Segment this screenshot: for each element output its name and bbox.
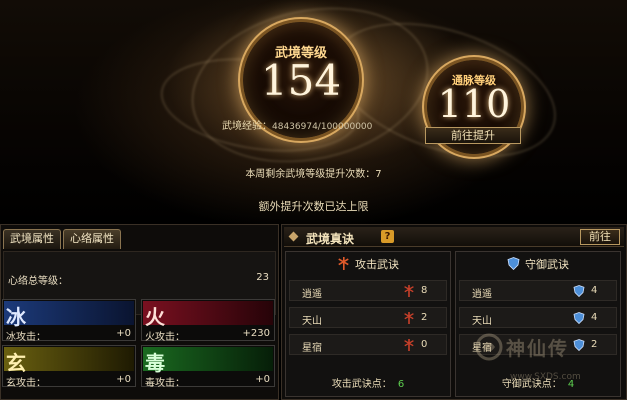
wujue-header: 武境真诀 ? 前往 xyxy=(284,227,624,247)
tab-xinluo-attributes[interactable]: 心络属性 xyxy=(63,229,121,249)
poison-attack-label: 毒攻击： xyxy=(145,378,185,389)
wujing-exp: 武境经验：48436974/100000000 xyxy=(222,117,372,132)
attack-row-name: 天山 xyxy=(302,316,322,327)
attack-row-name: 逍遥 xyxy=(302,289,322,300)
ice-attack-label: 冰攻击： xyxy=(6,332,46,343)
defense-row-name: 逍遥 xyxy=(472,289,492,300)
xuan-glyph: 玄 xyxy=(6,351,26,375)
xuan-attack-value: +0 xyxy=(116,374,131,385)
attack-row-name: 星宿 xyxy=(302,343,322,354)
poison-attack-card: 毒 毒攻击： +0 xyxy=(141,345,275,389)
wujing-exp-value: 48436974/100000000 xyxy=(272,122,373,132)
watermark-text: 神仙传 xyxy=(506,338,570,360)
attack-points-label: 攻击武诀点： xyxy=(331,379,392,390)
wujing-scene: 武境等级 154 通脉等级 110 武境经验：48436974/10000000… xyxy=(0,0,627,224)
shield-icon xyxy=(507,257,520,270)
shield-icon xyxy=(573,312,585,324)
attack-row-value: 2 xyxy=(421,312,428,323)
sword-icon xyxy=(404,339,414,351)
xinluo-total-label: 心络总等级： xyxy=(8,276,68,287)
defense-row-xiaoyao[interactable]: 逍遥 4 xyxy=(459,280,617,301)
poison-attack-value: +0 xyxy=(255,374,270,385)
attribute-tabs: 武境属性 心络属性 xyxy=(3,229,123,249)
attack-wujue-title: 攻击武诀 xyxy=(355,258,399,271)
tongmai-level-value: 110 xyxy=(437,82,511,126)
ice-attack-value: +0 xyxy=(116,328,131,339)
xinluo-total-value: 23 xyxy=(256,272,269,283)
extra-upgrade-status: 额外提升次数已达上限 xyxy=(258,200,369,213)
watermark-logo-icon xyxy=(475,333,503,361)
defense-row-value: 4 xyxy=(591,312,598,323)
fire-glyph: 火 xyxy=(145,305,165,329)
attack-row-xiaoyao[interactable]: 逍遥 8 xyxy=(289,280,447,301)
xuan-attack-label: 玄攻击： xyxy=(6,378,46,389)
ice-attack-card: 冰 冰攻击： +0 xyxy=(2,299,136,343)
poison-glyph: 毒 xyxy=(145,351,165,375)
shield-icon xyxy=(573,285,585,297)
fire-attack-card: 火 火攻击： +230 xyxy=(141,299,275,343)
attack-row-value: 0 xyxy=(421,339,428,350)
ice-glyph: 冰 xyxy=(6,305,26,329)
defense-row-value: 4 xyxy=(591,285,598,296)
weekly-upgrade-count: 本周剩余武境等级提升次数：7 xyxy=(245,169,382,180)
fire-attack-label: 火攻击： xyxy=(145,332,185,343)
attack-row-tianshan[interactable]: 天山 2 xyxy=(289,307,447,328)
defense-row-tianshan[interactable]: 天山 4 xyxy=(459,307,617,328)
defense-wujue-header: 守御武诀 xyxy=(456,256,620,274)
watermark-url: www.SXDS.com xyxy=(510,372,581,382)
fire-attack-value: +230 xyxy=(242,328,270,339)
sword-icon xyxy=(338,257,349,270)
attack-row-value: 8 xyxy=(421,285,428,296)
attack-points: 攻击武诀点： 6 xyxy=(286,375,450,390)
sword-icon xyxy=(404,312,414,324)
tab-wujing-attributes[interactable]: 武境属性 xyxy=(3,229,61,249)
defense-wujue-title: 守御武诀 xyxy=(525,258,569,271)
goto-upgrade-button[interactable]: 前往提升 xyxy=(425,127,521,144)
wujing-level-value: 154 xyxy=(260,56,342,105)
sword-icon xyxy=(404,285,414,297)
goto-wujue-button[interactable]: 前往 xyxy=(580,229,620,245)
wujing-exp-label: 武境经验： xyxy=(222,121,272,132)
attack-wujue-column: 攻击武诀 逍遥 8 天山 2 星宿 0 攻击武诀点： 6 xyxy=(285,251,451,397)
wujue-title: 武境真诀 xyxy=(306,232,355,246)
attack-wujue-header: 攻击武诀 xyxy=(286,256,450,274)
attack-points-value: 6 xyxy=(397,379,405,390)
site-watermark: 神仙传 www.SXDS.com xyxy=(470,328,624,388)
attack-row-xingxiu[interactable]: 星宿 0 xyxy=(289,334,447,355)
diamond-icon xyxy=(288,231,299,242)
xuan-attack-card: 玄 玄攻击： +0 xyxy=(2,345,136,389)
defense-row-name: 天山 xyxy=(472,316,492,327)
help-button[interactable]: ? xyxy=(381,230,394,243)
